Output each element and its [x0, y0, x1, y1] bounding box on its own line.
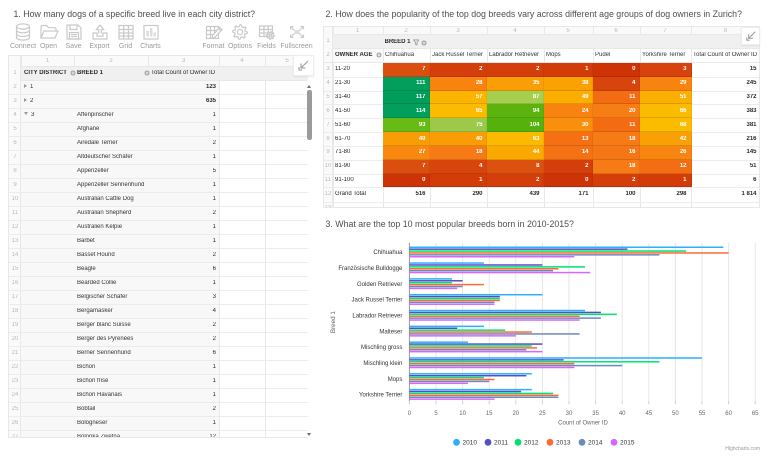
svg-text:60: 60: [725, 411, 732, 417]
svg-text:25: 25: [539, 411, 546, 417]
svg-text:65: 65: [752, 411, 759, 417]
svg-text:Labrador Retriever: Labrador Retriever: [352, 314, 402, 320]
svg-text:35: 35: [592, 411, 599, 417]
svg-text:55: 55: [699, 411, 706, 417]
svg-text:Malteser: Malteser: [379, 329, 402, 335]
svg-text:2010: 2010: [463, 440, 478, 447]
svg-text:Jack Russel Terrier: Jack Russel Terrier: [351, 298, 402, 304]
svg-text:10: 10: [459, 411, 466, 417]
svg-text:30: 30: [566, 411, 573, 417]
svg-text:Highcharts.com: Highcharts.com: [725, 446, 760, 452]
svg-text:Breed 1: Breed 1: [330, 311, 337, 334]
svg-text:20: 20: [512, 411, 519, 417]
svg-text:0: 0: [408, 411, 412, 417]
svg-text:Mischling klein: Mischling klein: [363, 361, 402, 367]
svg-text:5: 5: [434, 411, 438, 417]
svg-text:2013: 2013: [556, 440, 571, 447]
svg-text:Count of Owner ID: Count of Owner ID: [558, 421, 608, 427]
svg-text:2011: 2011: [494, 440, 508, 447]
svg-text:2015: 2015: [620, 440, 635, 447]
svg-text:Französische Bulldogge: Französische Bulldogge: [338, 266, 403, 272]
svg-text:45: 45: [645, 411, 652, 417]
svg-text:50: 50: [672, 411, 679, 417]
svg-text:2012: 2012: [524, 440, 539, 447]
svg-text:40: 40: [619, 411, 626, 417]
svg-text:Mops: Mops: [388, 377, 403, 383]
svg-text:Chihuahua: Chihuahua: [373, 250, 403, 256]
svg-text:15: 15: [486, 411, 493, 417]
svg-text:Golden Retriever: Golden Retriever: [357, 282, 402, 288]
svg-text:2014: 2014: [588, 440, 603, 447]
svg-text:Mischling gross: Mischling gross: [361, 345, 402, 351]
svg-text:Yorkshire Terrier: Yorkshire Terrier: [359, 393, 402, 399]
